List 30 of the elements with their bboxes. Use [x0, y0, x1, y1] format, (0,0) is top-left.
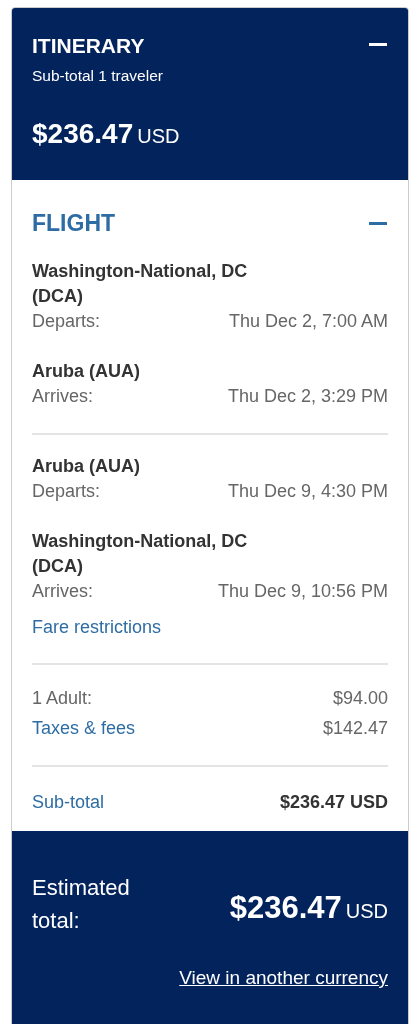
itinerary-title: ITINERARY: [32, 34, 145, 58]
currency-link[interactable]: View in another currency: [179, 967, 388, 988]
time-value: Thu Dec 9, 4:30 PM: [227, 480, 388, 503]
fare-restrictions-link[interactable]: Fare restrictions: [32, 617, 162, 637]
time-label: Departs:: [32, 310, 101, 333]
time-value: Thu Dec 9, 10:56 PM: [217, 580, 388, 603]
airport-name: Washington-National, DC (DCA): [32, 530, 249, 578]
price-text: $236.47: [32, 118, 134, 149]
time-label: Arrives:: [32, 385, 93, 408]
charge-amount: $94.00: [332, 687, 388, 710]
fee-link[interactable]: Taxes & fees: [32, 713, 136, 743]
charge-amount: $142.47: [322, 717, 388, 740]
subtitle-text: Sub-total 1 traveler: [32, 66, 164, 86]
minus-icon: [369, 221, 387, 225]
airport-name: Aruba (AUA): [32, 455, 141, 478]
currency-text: USD: [345, 899, 388, 922]
total-price: $236.47: [229, 889, 342, 925]
time-label: Arrives:: [32, 580, 93, 603]
total-label: Estimated total:: [32, 874, 131, 935]
airport-name: Aruba (AUA): [32, 360, 141, 383]
minus-icon: [369, 42, 387, 46]
currency-text: USD: [137, 125, 180, 147]
time-value: Thu Dec 2, 3:29 PM: [227, 385, 388, 408]
section-title: FLIGHT: [32, 210, 116, 236]
airport-name: Washington-National, DC (DCA): [32, 260, 249, 308]
charge-label: 1 Adult:: [32, 687, 93, 710]
time-value: Thu Dec 2, 7:00 AM: [228, 310, 388, 333]
subtotal-link[interactable]: Sub-total: [32, 789, 105, 816]
time-label: Departs:: [32, 480, 101, 503]
subtotal-amount: $236.47 USD: [279, 791, 388, 814]
